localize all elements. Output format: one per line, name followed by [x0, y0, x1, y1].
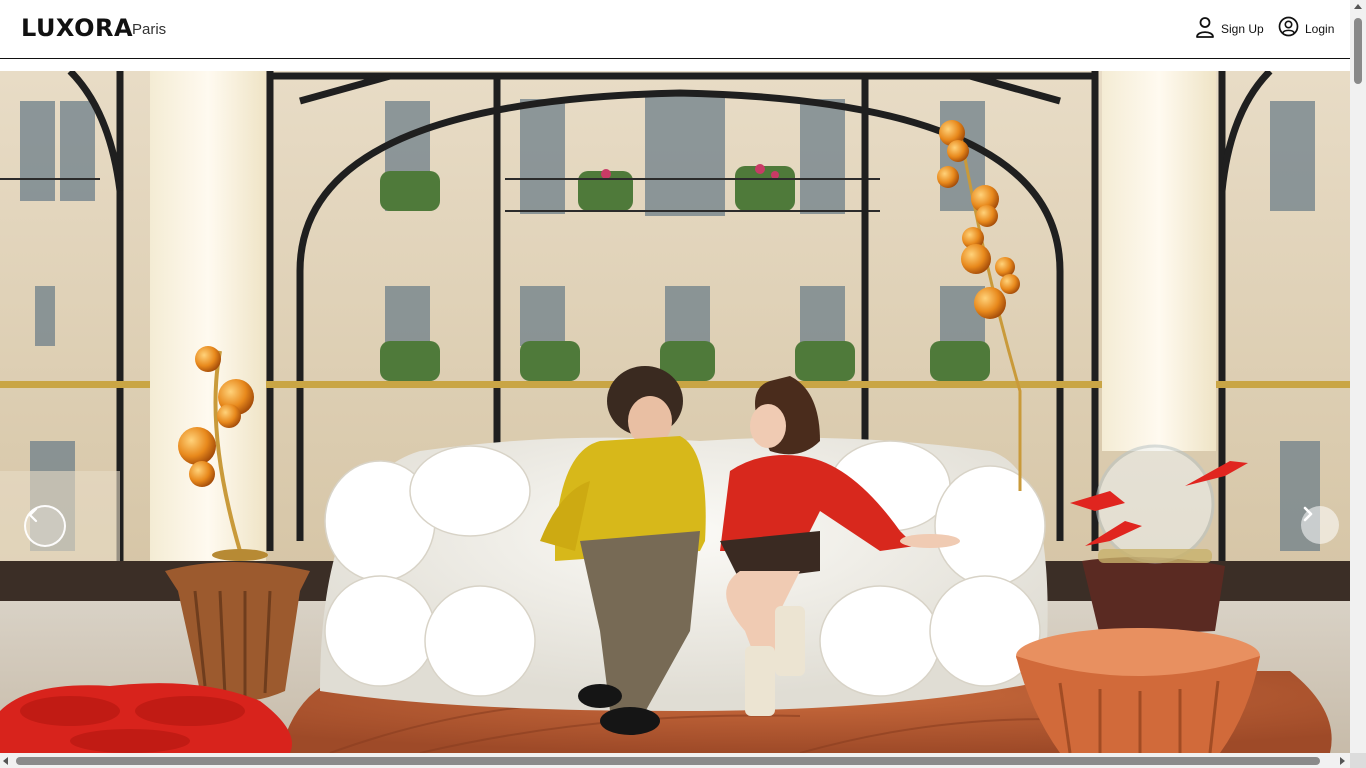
- login-link[interactable]: Login: [1278, 16, 1335, 42]
- scroll-right-arrow-icon[interactable]: [1340, 757, 1345, 765]
- hero-carousel: [0, 71, 1350, 753]
- user-icon: [1195, 16, 1215, 43]
- vertical-scrollbar[interactable]: [1350, 0, 1366, 768]
- site-header: LUXORA Paris Sign Up Login: [0, 0, 1350, 59]
- vertical-scroll-thumb[interactable]: [1354, 18, 1362, 84]
- carousel-prev-button[interactable]: [24, 505, 66, 547]
- scroll-left-arrow-icon[interactable]: [3, 757, 8, 765]
- hero-image: [0, 71, 1350, 753]
- chevron-right-icon: [1303, 506, 1313, 522]
- chevron-left-icon: [28, 507, 38, 523]
- city-label: Paris: [132, 21, 167, 38]
- carousel-next-button[interactable]: [1301, 506, 1339, 544]
- scrollbar-corner: [1350, 753, 1366, 768]
- scroll-up-arrow-icon[interactable]: [1354, 4, 1362, 9]
- horizontal-scrollbar[interactable]: [0, 753, 1350, 768]
- horizontal-scroll-thumb[interactable]: [16, 757, 1320, 765]
- login-label: Login: [1305, 22, 1335, 36]
- sign-up-link[interactable]: Sign Up: [1195, 16, 1264, 43]
- user-circle-icon: [1278, 16, 1299, 42]
- brand-logo[interactable]: LUXORA: [21, 14, 133, 42]
- sign-up-label: Sign Up: [1221, 22, 1264, 36]
